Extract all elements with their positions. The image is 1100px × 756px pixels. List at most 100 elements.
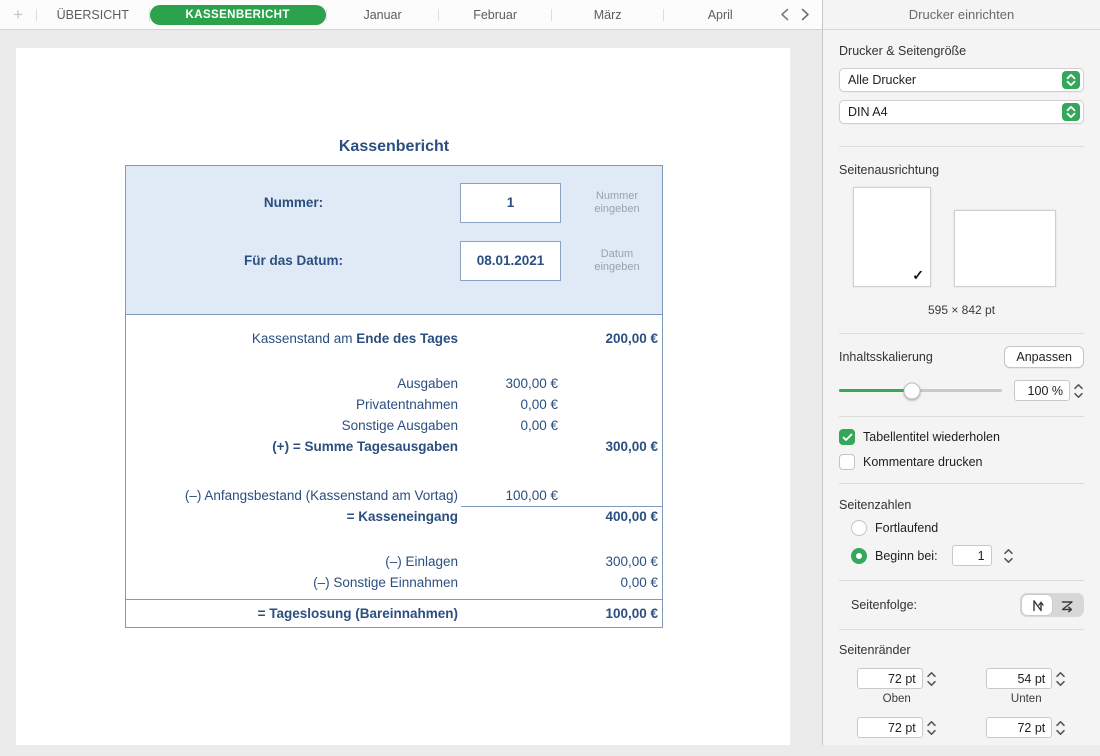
- orientation-portrait-option[interactable]: ✓: [853, 187, 931, 287]
- header-value-cell[interactable]: 1: [460, 183, 561, 223]
- margin-value-field[interactable]: 72 pt: [857, 668, 923, 689]
- table-body-section: Kassenstand am Ende des Tages 200,00 € Aus…: [125, 315, 663, 628]
- radio-unselected-icon[interactable]: [851, 520, 867, 536]
- scale-value-field[interactable]: 100 %: [1014, 380, 1070, 401]
- selected-check-icon: ✓: [912, 267, 924, 284]
- checkbox-label: Kommentare drucken: [863, 455, 983, 469]
- table-row: = Kasseneingang400,00 €: [126, 506, 662, 527]
- margin-caption: Oben: [883, 693, 911, 707]
- stepper-icon[interactable]: [926, 669, 937, 689]
- row-value-right: 0,00 €: [563, 572, 662, 593]
- header-row: Nummer:1Nummer eingeben: [126, 183, 662, 223]
- checkbox-option[interactable]: Tabellentitel wiederholen: [839, 429, 1084, 445]
- panel-title: Drucker einrichten: [823, 0, 1100, 30]
- printer-select[interactable]: Alle Drucker: [839, 68, 1084, 92]
- tab-märz[interactable]: März: [552, 8, 664, 22]
- radio-label: Fortlaufend: [875, 521, 938, 535]
- printer-select-value: Alle Drucker: [848, 73, 1062, 87]
- row-label: (+) = Summe Tagesausgaben: [126, 436, 461, 457]
- orientation-options: ✓: [853, 187, 1084, 287]
- margin-value-field[interactable]: 72 pt: [857, 717, 923, 738]
- row-label: Privatentnahmen: [126, 394, 461, 415]
- page-order-label: Seitenfolge:: [851, 598, 1020, 612]
- row-value-mid: [461, 572, 563, 593]
- tab-februar[interactable]: Februar: [439, 8, 551, 22]
- table-title: Kassenbericht: [125, 138, 663, 156]
- table-row: Kassenstand am Ende des Tages 200,00 €: [126, 328, 662, 349]
- tab-april[interactable]: April: [664, 8, 776, 22]
- margin-value-field[interactable]: 72 pt: [986, 717, 1052, 738]
- radio-label: Beginn bei:: [875, 549, 938, 563]
- document-page: Kassenbericht Nummer:1Nummer eingeben Für…: [16, 48, 790, 745]
- slider-fill: [839, 389, 912, 392]
- chevron-left-icon[interactable]: [780, 8, 789, 21]
- row-value-mid: [461, 506, 563, 527]
- margins-section-label: Seitenränder: [839, 643, 1084, 657]
- add-sheet-button[interactable]: +: [0, 0, 36, 30]
- tab-kassenbericht[interactable]: KASSENBERICHT: [150, 5, 326, 25]
- table-row: (+) = Summe Tagesausgaben300,00 €: [126, 436, 662, 457]
- table-header-section: Nummer:1Nummer eingeben Für das Datum:08.…: [125, 165, 663, 315]
- radio-option[interactable]: Fortlaufend: [851, 520, 1084, 536]
- row-value-right: [563, 373, 662, 394]
- stepper-icon[interactable]: [1003, 546, 1014, 566]
- margin-value-field[interactable]: 54 pt: [986, 668, 1052, 689]
- header-value-cell[interactable]: 08.01.2021: [460, 241, 561, 281]
- row-value-mid: 0,00 €: [461, 394, 563, 415]
- row-label: Ausgaben: [126, 373, 461, 394]
- header-hint: Datum eingeben: [570, 241, 664, 281]
- row-label: (–) Einlagen: [126, 551, 461, 572]
- row-spacer: [126, 349, 662, 373]
- radio-selected-icon[interactable]: [851, 548, 867, 564]
- chevron-right-icon[interactable]: [801, 8, 810, 21]
- table-row: Privatentnahmen0,00 €: [126, 394, 662, 415]
- table-row: = Tageslosung (Bareinnahmen)100,00 €: [126, 599, 662, 627]
- page-order-horizontal-button[interactable]: [1052, 595, 1082, 615]
- page-order-vertical-button[interactable]: [1022, 595, 1052, 615]
- slider-knob[interactable]: [904, 382, 921, 399]
- checkbox-unchecked-icon[interactable]: [839, 454, 855, 470]
- paper-size-dimensions: 595 × 842 pt: [839, 303, 1084, 317]
- orientation-landscape-option[interactable]: [954, 210, 1056, 287]
- row-value-mid: [461, 551, 563, 572]
- tab-übersicht[interactable]: ÜBERSICHT: [37, 8, 149, 22]
- row-value-right: [563, 394, 662, 415]
- radio-option[interactable]: Beginn bei: 1: [851, 545, 1084, 566]
- stepper-icon[interactable]: [1073, 381, 1084, 401]
- margin-cell: 72 pt Oben: [845, 668, 949, 707]
- row-value-right: [563, 415, 662, 436]
- table-row: (–) Einlagen 300,00 €: [126, 551, 662, 572]
- margin-field-row: 72 pt: [986, 717, 1066, 738]
- start-page-field[interactable]: 1: [952, 545, 992, 566]
- checkbox-option[interactable]: Kommentare drucken: [839, 454, 1084, 470]
- margin-caption: Unten: [1011, 693, 1042, 707]
- row-value-right: [563, 485, 662, 507]
- row-value-mid: [461, 600, 563, 627]
- table-row: (–) Sonstige Einnahmen 0,00 €: [126, 572, 662, 593]
- printer-section-label: Drucker & Seitengröße: [839, 44, 1084, 58]
- row-value-mid: 100,00 €: [461, 485, 563, 507]
- header-row: Für das Datum:08.01.2021Datum eingeben: [126, 241, 662, 281]
- scale-slider[interactable]: [839, 389, 1002, 392]
- row-value-right: 200,00 €: [563, 328, 662, 349]
- row-label: (–) Sonstige Einnahmen: [126, 572, 461, 593]
- margin-field-row: 72 pt: [857, 717, 937, 738]
- select-updown-icon: [1062, 71, 1080, 89]
- page-numbers-section-label: Seitenzahlen: [839, 498, 1084, 512]
- stepper-icon[interactable]: [1055, 669, 1066, 689]
- stepper-icon[interactable]: [926, 718, 937, 738]
- fit-button[interactable]: Anpassen: [1004, 346, 1084, 368]
- row-label: (–) Anfangsbestand (Kassenstand am Vorta…: [126, 485, 461, 507]
- stepper-icon[interactable]: [1055, 718, 1066, 738]
- row-label: Kassenstand am Ende des Tages: [126, 328, 461, 349]
- row-label: = Kasseneingang: [126, 506, 461, 527]
- paper-size-select[interactable]: DIN A4: [839, 100, 1084, 124]
- kassenbericht-table: Kassenbericht Nummer:1Nummer eingeben Für…: [125, 138, 663, 628]
- row-value-right: 300,00 €: [563, 551, 662, 572]
- tab-januar[interactable]: Januar: [327, 8, 439, 22]
- row-spacer: [126, 527, 662, 551]
- orientation-section-label: Seitenausrichtung: [839, 163, 1084, 177]
- row-value-right: 100,00 €: [563, 600, 662, 627]
- table-row: Ausgaben300,00 €: [126, 373, 662, 394]
- checkbox-checked-icon[interactable]: [839, 429, 855, 445]
